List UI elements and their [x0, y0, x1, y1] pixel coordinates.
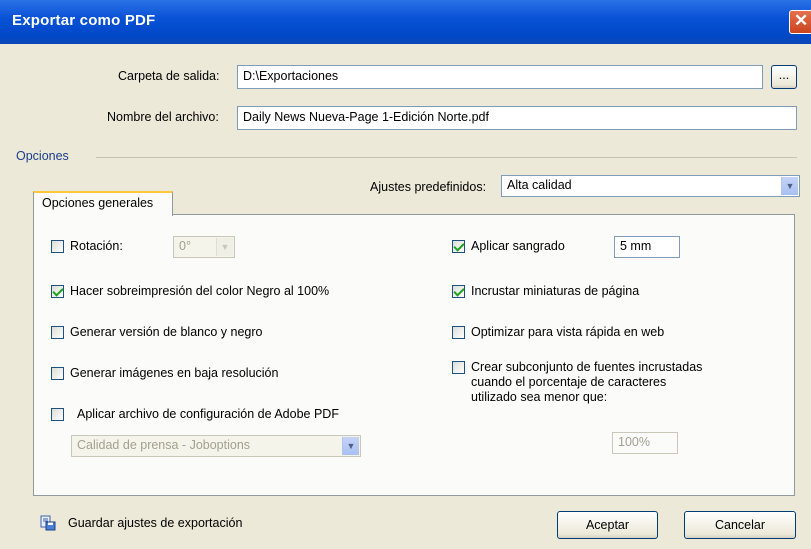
rotation-label: Rotación: — [70, 239, 123, 253]
thumbnails-checkbox[interactable] — [452, 285, 465, 298]
adobe-config-checkbox[interactable] — [51, 408, 64, 421]
grayscale-label: Generar versión de blanco y negro — [70, 325, 263, 339]
save-settings-label[interactable]: Guardar ajustes de exportación — [68, 516, 242, 530]
fastweb-label: Optimizar para vista rápida en web — [471, 325, 665, 339]
chevron-down-icon[interactable]: ▼ — [781, 177, 798, 195]
subset-label: Crear subconjunto de fuentes incrustadas… — [471, 360, 703, 404]
browse-button[interactable]: ... — [771, 65, 797, 89]
accept-button[interactable]: Aceptar — [557, 511, 658, 539]
cancel-button[interactable]: Cancelar — [684, 511, 796, 539]
rotation-checkbox[interactable] — [51, 240, 64, 253]
presets-label: Ajustes predefinidos: — [370, 180, 487, 194]
options-divider — [96, 157, 797, 158]
adobe-config-label: Aplicar archivo de configuración de Adob… — [77, 407, 339, 421]
filename-label: Nombre del archivo: — [107, 110, 219, 124]
adobe-config-select[interactable]: Calidad de prensa - Joboptions ▼ — [71, 435, 361, 457]
grayscale-checkbox[interactable] — [51, 326, 64, 339]
subset-percent-input[interactable]: 100% — [612, 432, 678, 454]
tab-label: Opciones generales — [42, 196, 154, 210]
chevron-down-icon[interactable]: ▼ — [342, 437, 359, 455]
bleed-checkbox[interactable] — [452, 240, 465, 253]
window-title: Exportar como PDF — [12, 12, 156, 29]
export-pdf-dialog: Exportar como PDF ✕ Carpeta de salida: D… — [0, 0, 811, 549]
tab-general-options[interactable]: Opciones generales — [33, 191, 173, 216]
bleed-label: Aplicar sangrado — [471, 239, 565, 253]
chevron-down-icon[interactable]: ▼ — [216, 238, 233, 256]
lowres-label: Generar imágenes en baja resolución — [70, 366, 279, 380]
presets-value: Alta calidad — [507, 178, 572, 192]
overprint-label: Hacer sobreimpresión del color Negro al … — [70, 284, 330, 298]
options-section-label: Opciones — [16, 149, 69, 163]
folder-label: Carpeta de salida: — [118, 69, 220, 83]
close-icon: ✕ — [794, 11, 809, 30]
filename-input[interactable]: Daily News Nueva-Page 1-Edición Norte.pd… — [237, 106, 797, 130]
rotation-value: 0° — [179, 239, 191, 253]
presets-select[interactable]: Alta calidad ▼ — [501, 175, 800, 197]
overprint-checkbox[interactable] — [51, 285, 64, 298]
adobe-config-value: Calidad de prensa - Joboptions — [77, 438, 251, 452]
fastweb-checkbox[interactable] — [452, 326, 465, 339]
thumbnails-label: Incrustar miniaturas de página — [471, 284, 640, 298]
bleed-input[interactable]: 5 mm — [614, 236, 680, 258]
close-button[interactable]: ✕ — [789, 10, 811, 34]
rotation-select[interactable]: 0° ▼ — [173, 236, 235, 258]
lowres-checkbox[interactable] — [51, 367, 64, 380]
folder-input[interactable]: D:\Exportaciones — [237, 65, 763, 89]
subset-checkbox[interactable] — [452, 361, 465, 374]
save-settings-icon[interactable] — [40, 515, 56, 531]
title-bar[interactable]: Exportar como PDF ✕ — [0, 0, 811, 44]
